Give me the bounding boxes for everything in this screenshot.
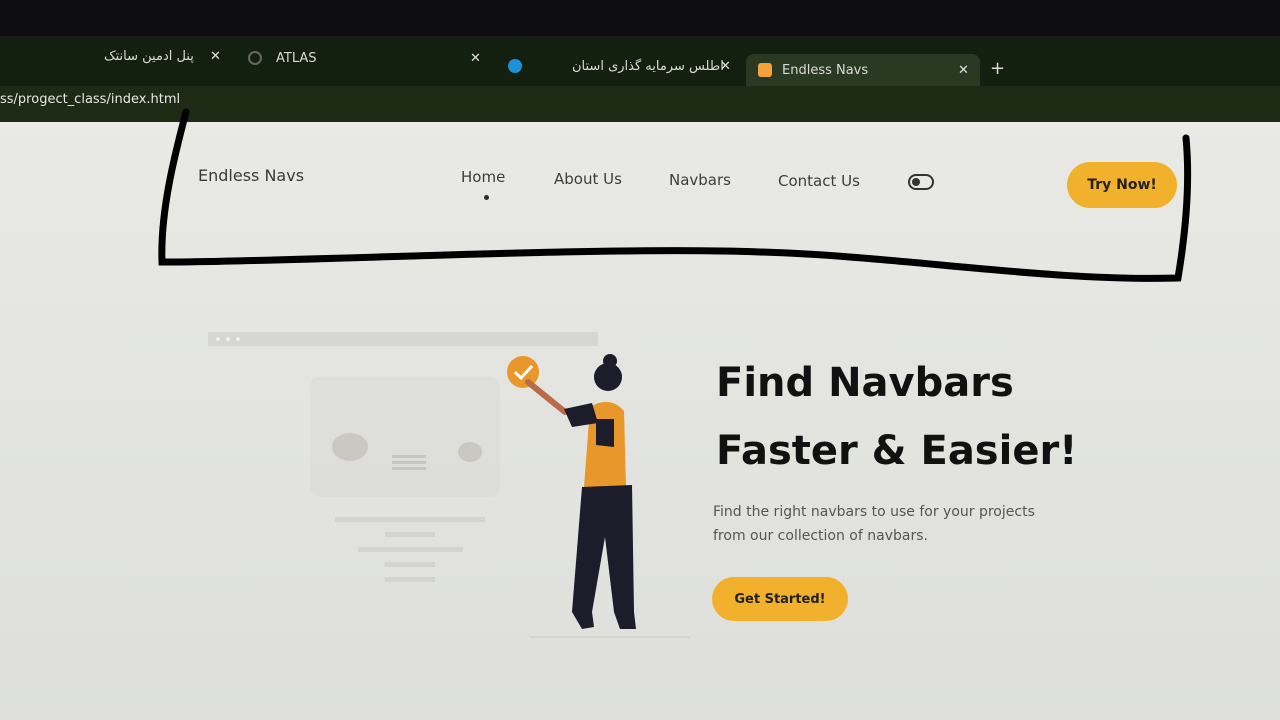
hero-title-line2: Faster & Easier! (716, 428, 1078, 474)
active-indicator (484, 195, 489, 200)
person-figure (525, 354, 690, 638)
mockup-tree (458, 442, 482, 462)
monitor-bezel (0, 0, 1280, 40)
hero-illustration (208, 332, 690, 638)
tab-atlas[interactable]: ATLAS ✕ (248, 42, 488, 74)
close-icon[interactable]: ✕ (958, 63, 969, 78)
address-bar[interactable] (0, 86, 1280, 122)
tab-title: اطلس سرمایه گذاری استان (572, 58, 724, 74)
mockup-tree (332, 433, 368, 461)
close-icon[interactable]: ✕ (720, 59, 731, 74)
toggle-knob (912, 178, 920, 186)
new-tab-icon[interactable]: + (990, 58, 1005, 79)
toggle-icon[interactable] (908, 174, 934, 190)
url-text[interactable]: ss/progect_class/index.html (0, 92, 180, 107)
nav-link-home[interactable]: Home (461, 168, 505, 186)
get-started-button[interactable]: Get Started! (712, 577, 848, 621)
close-icon[interactable]: ✕ (470, 51, 481, 66)
globe-icon (248, 51, 262, 65)
tab-investment-atlas[interactable]: اطلس سرمایه گذاری استان ✕ (508, 50, 738, 82)
tab-title: پنل ادمین سانتک (104, 48, 194, 64)
tab-admin-panel[interactable]: ✕ پنل ادمین سانتک (100, 40, 230, 72)
hero-description-line2: from our collection of navbars. (713, 528, 928, 544)
att-logo-icon (508, 59, 522, 73)
nav-link-contact[interactable]: Contact Us (778, 172, 860, 190)
mockup-browser-bar (208, 332, 598, 346)
favicon-icon (758, 63, 772, 77)
nav-link-navbars[interactable]: Navbars (669, 171, 731, 189)
tab-endless-navs[interactable]: Endless Navs ✕ (746, 54, 980, 86)
tab-title: Endless Navs (782, 62, 869, 78)
try-now-button[interactable]: Try Now! (1067, 162, 1177, 208)
web-page: Endless Navs Home About Us Navbars Conta… (0, 122, 1280, 720)
close-icon[interactable]: ✕ (210, 49, 221, 64)
hero-description-line1: Find the right navbars to use for your p… (713, 504, 1035, 520)
tab-title: ATLAS (276, 50, 317, 66)
nav-link-about[interactable]: About Us (554, 170, 622, 188)
hero-title-line1: Find Navbars (716, 360, 1014, 406)
brand-logo[interactable]: Endless Navs (198, 166, 304, 185)
